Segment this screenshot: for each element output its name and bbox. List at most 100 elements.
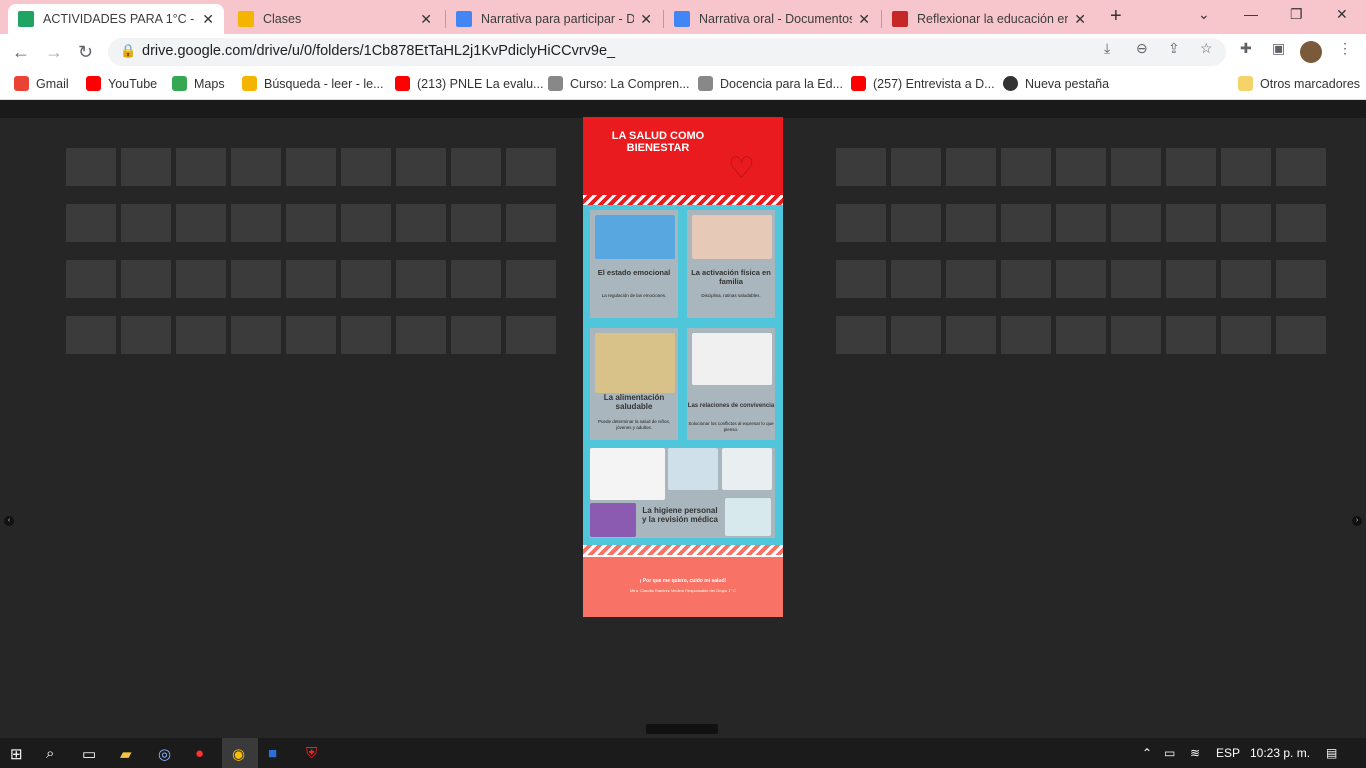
doc-footer [583, 557, 783, 617]
bookmark-nueva-pestana[interactable]: Nueva pestaña [1003, 76, 1109, 91]
close-icon[interactable]: ✕ [420, 11, 432, 28]
file-thumbnail [1111, 204, 1161, 242]
file-thumbnail [396, 316, 446, 354]
star-icon[interactable]: ☆ [1200, 40, 1213, 57]
card-image [692, 333, 772, 385]
file-thumbnail [286, 148, 336, 186]
clock[interactable]: 10:23 p. m. [1250, 746, 1310, 760]
file-thumbnail [1221, 204, 1271, 242]
address-bar[interactable]: 🔒 drive.google.com/drive/u/0/folders/1Cb… [108, 38, 1226, 66]
task-view-icon[interactable]: ▭ [82, 745, 96, 763]
heart-icon: ♡ [728, 152, 755, 185]
doc-author: Mtra. Claudia Ramirez Medina Responsable… [629, 588, 737, 593]
windows-start-icon[interactable]: ⊞ [10, 745, 23, 763]
tab-narrativa-participar[interactable]: Narrativa para participar - Do ✕ [446, 4, 662, 34]
tab-drive[interactable]: ACTIVIDADES PARA 1°C - Go ✕ [8, 4, 224, 34]
file-thumbnail [1001, 260, 1051, 298]
battery-icon[interactable]: ▭ [1164, 746, 1175, 760]
google-docs-icon [674, 11, 690, 27]
bookmark-maps[interactable]: Maps [172, 76, 225, 91]
file-thumbnail [66, 148, 116, 186]
file-thumbnail [836, 316, 886, 354]
opera-icon[interactable]: ● [195, 745, 204, 762]
tab-title: Narrativa oral - Documentos [699, 12, 853, 26]
cortana-icon[interactable]: ◎ [158, 745, 171, 763]
file-thumbnail [1111, 316, 1161, 354]
chrome-icon[interactable]: ◉ [232, 745, 245, 763]
file-thumbnail [176, 204, 226, 242]
card-physical: La activación física en familia Discipli… [685, 208, 777, 320]
file-thumbnail [1001, 148, 1051, 186]
tab-reflexionar[interactable]: Reflexionar la educación en n ✕ [882, 4, 1096, 34]
bookmarks-bar: Gmail YouTube Maps Búsqueda - leer - le.… [0, 70, 1366, 100]
prev-arrow-icon[interactable]: ‹ [4, 516, 14, 526]
chevron-down-icon[interactable]: ⌄ [1198, 6, 1210, 23]
bookmark-pnle[interactable]: (213) PNLE La evalu... [395, 76, 543, 91]
next-arrow-icon[interactable]: › [1352, 516, 1362, 526]
bookmark-curso[interactable]: Curso: La Compren... [548, 76, 690, 91]
sidepanel-icon[interactable]: ▣ [1272, 40, 1285, 57]
file-thumbnail [506, 148, 556, 186]
file-thumbnail [946, 260, 996, 298]
notification-icon[interactable]: ▤ [1326, 746, 1337, 760]
bookmark-youtube[interactable]: YouTube [86, 76, 157, 91]
forward-icon[interactable]: → [45, 42, 63, 63]
install-icon[interactable]: ⤓ [1104, 40, 1110, 57]
file-thumbnail [341, 148, 391, 186]
new-tab-icon[interactable]: + [1110, 5, 1122, 28]
page-controls[interactable] [646, 724, 718, 734]
doc-slogan: ¡ Por que me quiero, cuido mi salud! [639, 578, 727, 584]
chevron-up-icon[interactable]: ⌃ [1142, 746, 1152, 760]
other-bookmarks[interactable]: Otros marcadores [1238, 76, 1360, 91]
file-thumbnail [1056, 204, 1106, 242]
card-image [692, 215, 772, 259]
doc-body: El estado emocional La regulación de las… [583, 205, 783, 545]
mcafee-icon[interactable]: ⛨ [306, 745, 317, 762]
youtube-icon [851, 76, 866, 91]
card-image [725, 498, 771, 536]
close-icon[interactable]: ✕ [640, 11, 652, 28]
close-icon[interactable]: ✕ [1074, 11, 1086, 28]
close-icon[interactable]: ✕ [202, 11, 214, 28]
card-emotional: El estado emocional La regulación de las… [588, 208, 680, 320]
file-thumbnail [1166, 316, 1216, 354]
minimize-icon[interactable]: — [1244, 6, 1258, 22]
wifi-icon[interactable]: ≋ [1190, 746, 1200, 760]
google-docs-icon [456, 11, 472, 27]
window-close-icon[interactable]: ✕ [1336, 6, 1348, 23]
bookmark-entrevista[interactable]: (257) Entrevista a D... [851, 76, 995, 91]
tab-strip: ACTIVIDADES PARA 1°C - Go ✕ Clases ✕ Nar… [0, 0, 1366, 34]
card-image [668, 448, 718, 490]
tab-narrativa-oral[interactable]: Narrativa oral - Documentos ✕ [664, 4, 880, 34]
file-thumbnail [836, 204, 886, 242]
url-text: drive.google.com/drive/u/0/folders/1Cb87… [142, 43, 616, 59]
infographic-document: LA SALUD COMO BIENESTAR ♡ El estado emoc… [583, 117, 783, 617]
extensions-icon[interactable]: ✚ [1240, 40, 1252, 57]
app-icon[interactable]: ■ [268, 745, 277, 762]
bookmark-busqueda[interactable]: Búsqueda - leer - le... [242, 76, 384, 91]
file-thumbnail [1001, 204, 1051, 242]
course-icon [698, 76, 713, 91]
close-icon[interactable]: ✕ [858, 11, 870, 28]
card-image [590, 448, 665, 500]
file-thumbnail [121, 260, 171, 298]
language-indicator[interactable]: ESP [1216, 746, 1240, 760]
file-thumbnail [506, 204, 556, 242]
restore-icon[interactable]: ❐ [1290, 6, 1303, 23]
zoom-icon[interactable]: ⊖ [1136, 40, 1148, 57]
back-icon[interactable]: ← [12, 42, 30, 63]
file-thumbnail [121, 204, 171, 242]
file-thumbnail [451, 204, 501, 242]
file-thumbnail [176, 148, 226, 186]
card-image [590, 503, 636, 537]
share-icon[interactable]: ⇪ [1168, 40, 1180, 57]
search-icon[interactable]: ⌕ [46, 745, 54, 762]
bookmark-docencia[interactable]: Docencia para la Ed... [698, 76, 843, 91]
divider [583, 195, 783, 205]
avatar[interactable] [1300, 41, 1322, 63]
tab-clases[interactable]: Clases ✕ [228, 4, 442, 34]
menu-icon[interactable]: ⋮ [1338, 40, 1352, 57]
file-explorer-icon[interactable]: ▰ [120, 745, 132, 763]
reload-icon[interactable]: ↻ [78, 42, 93, 63]
bookmark-gmail[interactable]: Gmail [14, 76, 69, 91]
